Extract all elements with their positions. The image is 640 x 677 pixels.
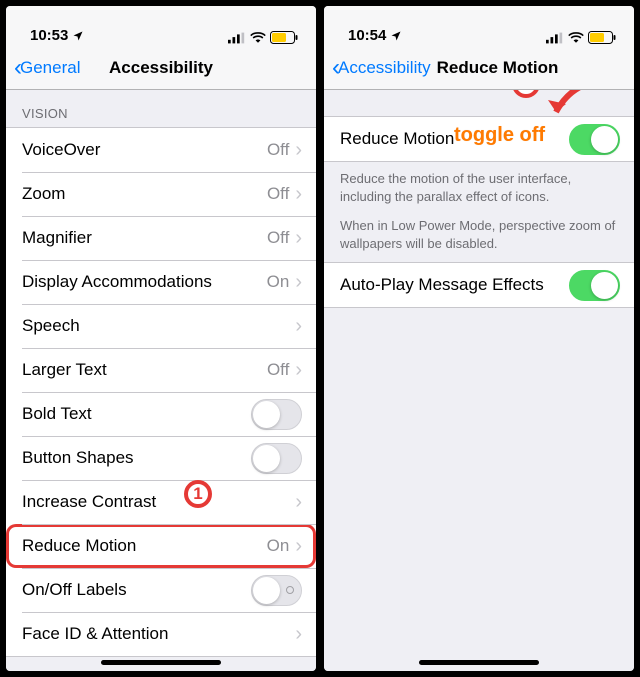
toggle-reduce-motion[interactable] — [569, 124, 620, 155]
back-button[interactable]: General — [20, 58, 80, 78]
status-bar: 10:53 — [6, 6, 316, 46]
nav-bar: ‹ Accessibility Reduce Motion — [324, 46, 634, 90]
chevron-right-icon: › — [295, 360, 302, 380]
row-button-shapes[interactable]: Button Shapes — [6, 436, 316, 480]
chevron-right-icon: › — [295, 184, 302, 204]
reduce-motion-group: Reduce Motion — [324, 116, 634, 162]
nav-title: Reduce Motion — [437, 58, 559, 78]
row-reduce-motion-toggle[interactable]: Reduce Motion — [324, 117, 634, 161]
chevron-right-icon: › — [295, 228, 302, 248]
toggle-bold-text[interactable] — [251, 399, 302, 430]
row-larger-text[interactable]: Larger TextOff› — [6, 348, 316, 392]
section-header-vision: VISION — [6, 90, 316, 127]
row-zoom[interactable]: ZoomOff› — [6, 172, 316, 216]
wifi-icon — [568, 32, 584, 44]
screenshot-accessibility-settings: 10:53 ‹ General Accessibility VISION Voi… — [4, 4, 318, 673]
status-bar: 10:54 — [324, 6, 634, 46]
location-icon — [390, 30, 402, 42]
row-voiceover[interactable]: VoiceOverOff› — [6, 128, 316, 172]
chevron-right-icon: › — [295, 316, 302, 336]
wifi-icon — [250, 32, 266, 44]
reduce-motion-desc-1: Reduce the motion of the user interface,… — [324, 162, 634, 215]
row-autoplay-effects[interactable]: Auto-Play Message Effects — [324, 263, 634, 307]
row-reduce-motion[interactable]: Reduce MotionOn› — [6, 524, 316, 568]
nav-bar: ‹ General Accessibility — [6, 46, 316, 90]
chevron-right-icon: › — [295, 492, 302, 512]
row-speech[interactable]: Speech› — [6, 304, 316, 348]
cellular-icon — [228, 32, 246, 44]
chevron-right-icon: › — [295, 272, 302, 292]
status-time: 10:53 — [30, 27, 68, 44]
toggle-button-shapes[interactable] — [251, 443, 302, 474]
settings-scroll[interactable]: VISION VoiceOverOff› ZoomOff› MagnifierO… — [6, 90, 316, 671]
tutorial-side-by-side: 10:53 ‹ General Accessibility VISION Voi… — [0, 0, 640, 677]
row-faceid-attention[interactable]: Face ID & Attention› — [6, 612, 316, 656]
row-increase-contrast[interactable]: Increase Contrast› — [6, 480, 316, 524]
cellular-icon — [546, 32, 564, 44]
location-icon — [72, 30, 84, 42]
toggle-onoff-labels[interactable] — [251, 575, 302, 606]
row-onoff-labels[interactable]: On/Off Labels — [6, 568, 316, 612]
reduce-motion-content: Reduce Motion Reduce the motion of the u… — [324, 90, 634, 671]
row-magnifier[interactable]: MagnifierOff› — [6, 216, 316, 260]
status-time: 10:54 — [348, 27, 386, 44]
autoplay-group: Auto-Play Message Effects — [324, 262, 634, 308]
home-indicator[interactable] — [419, 660, 539, 665]
reduce-motion-desc-2: When in Low Power Mode, perspective zoom… — [324, 215, 634, 262]
battery-icon — [588, 31, 616, 44]
home-indicator[interactable] — [101, 660, 221, 665]
back-button[interactable]: Accessibility — [338, 58, 431, 78]
row-bold-text[interactable]: Bold Text — [6, 392, 316, 436]
chevron-right-icon: › — [295, 624, 302, 644]
toggle-autoplay-effects[interactable] — [569, 270, 620, 301]
chevron-right-icon: › — [295, 140, 302, 160]
vision-group: VoiceOverOff› ZoomOff› MagnifierOff› Dis… — [6, 127, 316, 657]
chevron-right-icon: › — [295, 536, 302, 556]
row-display-accommodations[interactable]: Display AccommodationsOn› — [6, 260, 316, 304]
screenshot-reduce-motion: 10:54 ‹ Accessibility Reduce Motion Redu… — [322, 4, 636, 673]
battery-icon — [270, 31, 298, 44]
